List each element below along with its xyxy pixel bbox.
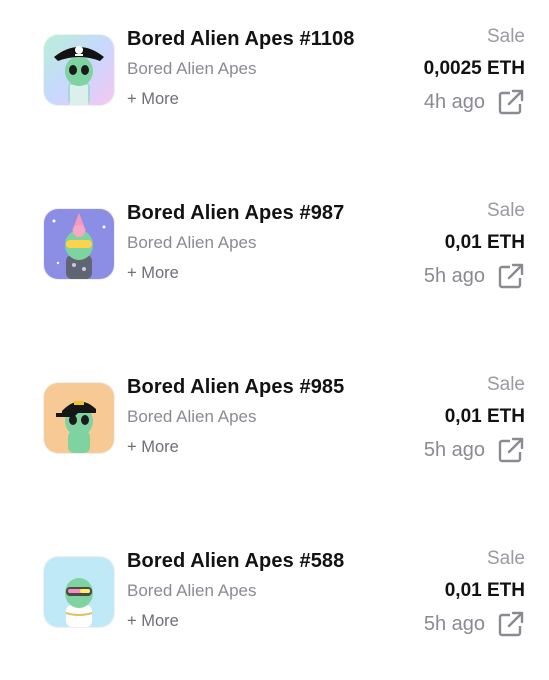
time-ago: 5h ago	[423, 612, 485, 635]
time-ago: 5h ago	[423, 438, 485, 461]
more-button[interactable]: + More	[127, 264, 179, 283]
activity-row[interactable]: Bored Alien Apes #588 Bored Alien Apes +…	[0, 548, 549, 640]
nft-thumbnail[interactable]	[44, 557, 114, 627]
nft-title[interactable]: Bored Alien Apes #1108	[127, 28, 354, 51]
nft-thumbnail[interactable]	[44, 209, 114, 279]
nft-thumbnail[interactable]	[44, 35, 114, 105]
event-type: Sale	[486, 200, 525, 221]
pirate-alien-ape-avatar	[44, 35, 114, 105]
age-group: 5h ago	[424, 610, 525, 638]
collection-name[interactable]: Bored Alien Apes	[127, 233, 256, 253]
sale-price: 0,01 ETH	[444, 580, 525, 601]
activity-row[interactable]: Bored Alien Apes #987 Bored Alien Apes +…	[0, 200, 549, 292]
external-link-icon[interactable]	[497, 610, 525, 638]
nft-title[interactable]: Bored Alien Apes #588	[127, 550, 344, 573]
event-type: Sale	[486, 548, 525, 569]
nft-title[interactable]: Bored Alien Apes #985	[127, 376, 344, 399]
sale-price: 0,01 ETH	[444, 232, 525, 253]
collection-name[interactable]: Bored Alien Apes	[127, 59, 256, 79]
age-group: 5h ago	[424, 436, 525, 464]
more-button[interactable]: + More	[127, 438, 179, 457]
ice-cream-alien-ape-avatar	[44, 209, 114, 279]
more-button[interactable]: + More	[127, 90, 179, 109]
more-button[interactable]: + More	[127, 612, 179, 631]
cap-alien-ape-avatar	[44, 383, 114, 453]
nft-title[interactable]: Bored Alien Apes #987	[127, 202, 344, 225]
activity-row[interactable]: Bored Alien Apes #985 Bored Alien Apes +…	[0, 374, 549, 466]
external-link-icon[interactable]	[497, 436, 525, 464]
external-link-icon[interactable]	[497, 88, 525, 116]
collection-name[interactable]: Bored Alien Apes	[127, 581, 256, 601]
sale-price: 0,0025 ETH	[423, 58, 525, 79]
activity-list: Bored Alien Apes #1108 Bored Alien Apes …	[0, 0, 549, 680]
sale-price: 0,01 ETH	[444, 406, 525, 427]
time-ago: 5h ago	[423, 264, 485, 287]
age-group: 5h ago	[424, 262, 525, 290]
time-ago: 4h ago	[423, 90, 485, 113]
collection-name[interactable]: Bored Alien Apes	[127, 407, 256, 427]
nft-thumbnail[interactable]	[44, 383, 114, 453]
visor-alien-ape-avatar	[44, 557, 114, 627]
event-type: Sale	[486, 26, 525, 47]
age-group: 4h ago	[424, 88, 525, 116]
event-type: Sale	[486, 374, 525, 395]
activity-row[interactable]: Bored Alien Apes #1108 Bored Alien Apes …	[0, 26, 549, 118]
external-link-icon[interactable]	[497, 262, 525, 290]
